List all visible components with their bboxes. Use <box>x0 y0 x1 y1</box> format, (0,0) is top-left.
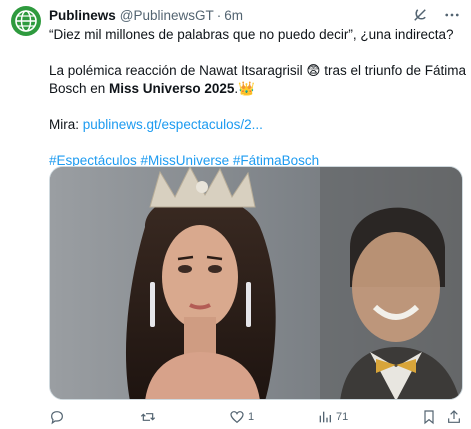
text-line-reaction: La polémica reacción de Nawat Itsaragris… <box>49 63 467 78</box>
text-line-event: Bosch en Miss Universo 2025.👑 <box>49 80 463 98</box>
tweet-header: Publinews @PublinewsGT · 6m <box>49 4 463 26</box>
tweet-text: “Diez mil millones de palabras que no pu… <box>49 26 467 170</box>
grok-icon[interactable] <box>411 6 429 24</box>
more-icon[interactable] <box>443 6 461 24</box>
globe-icon <box>15 10 37 32</box>
bookmark-icon <box>424 410 434 425</box>
like-count: 1 <box>248 411 255 423</box>
mira-label: Mira: <box>49 117 83 132</box>
text-event-prefix: Bosch en <box>49 81 110 96</box>
bookmark-button[interactable] <box>421 409 437 425</box>
views-icon <box>319 411 331 423</box>
action-bar: 1 71 <box>49 404 463 429</box>
share-icon <box>448 410 460 423</box>
reply-button[interactable] <box>49 409 68 425</box>
author-name[interactable]: Publinews <box>49 8 116 23</box>
text-line-mira: Mira: publinews.gt/espectaculos/2... <box>49 116 463 134</box>
retweet-button[interactable] <box>139 409 160 425</box>
text-event-suffix: .👑 <box>234 81 255 96</box>
like-button[interactable]: 1 <box>229 409 254 425</box>
like-icon <box>230 411 244 424</box>
crown-jewel <box>196 181 208 193</box>
views-button[interactable]: 71 <box>317 409 348 425</box>
views-count: 71 <box>336 411 349 423</box>
retweet-icon <box>140 413 156 421</box>
tweet-content: Publinews @PublinewsGT · 6m “Diez mil mi… <box>49 4 467 425</box>
avatar[interactable] <box>11 6 41 36</box>
woman-face <box>162 225 238 329</box>
tweet[interactable]: Publinews @PublinewsGT · 6m “Diez mil mi… <box>0 0 471 429</box>
article-link[interactable]: publinews.gt/espectaculos/2... <box>83 117 263 132</box>
earring-right <box>246 282 251 327</box>
author-handle[interactable]: @PublinewsGT <box>120 8 214 23</box>
photo-composite <box>50 167 462 399</box>
event-name: Miss Universo 2025 <box>109 81 235 96</box>
text-line-quote: “Diez mil millones de palabras que no pu… <box>49 27 454 42</box>
header-icons <box>411 6 461 24</box>
man-face <box>352 232 440 342</box>
share-button[interactable] <box>446 409 462 425</box>
reply-icon <box>51 411 63 425</box>
timestamp[interactable]: 6m <box>224 8 243 23</box>
separator: · <box>216 7 222 23</box>
earring-left <box>150 282 155 327</box>
tweet-image[interactable] <box>49 166 463 400</box>
